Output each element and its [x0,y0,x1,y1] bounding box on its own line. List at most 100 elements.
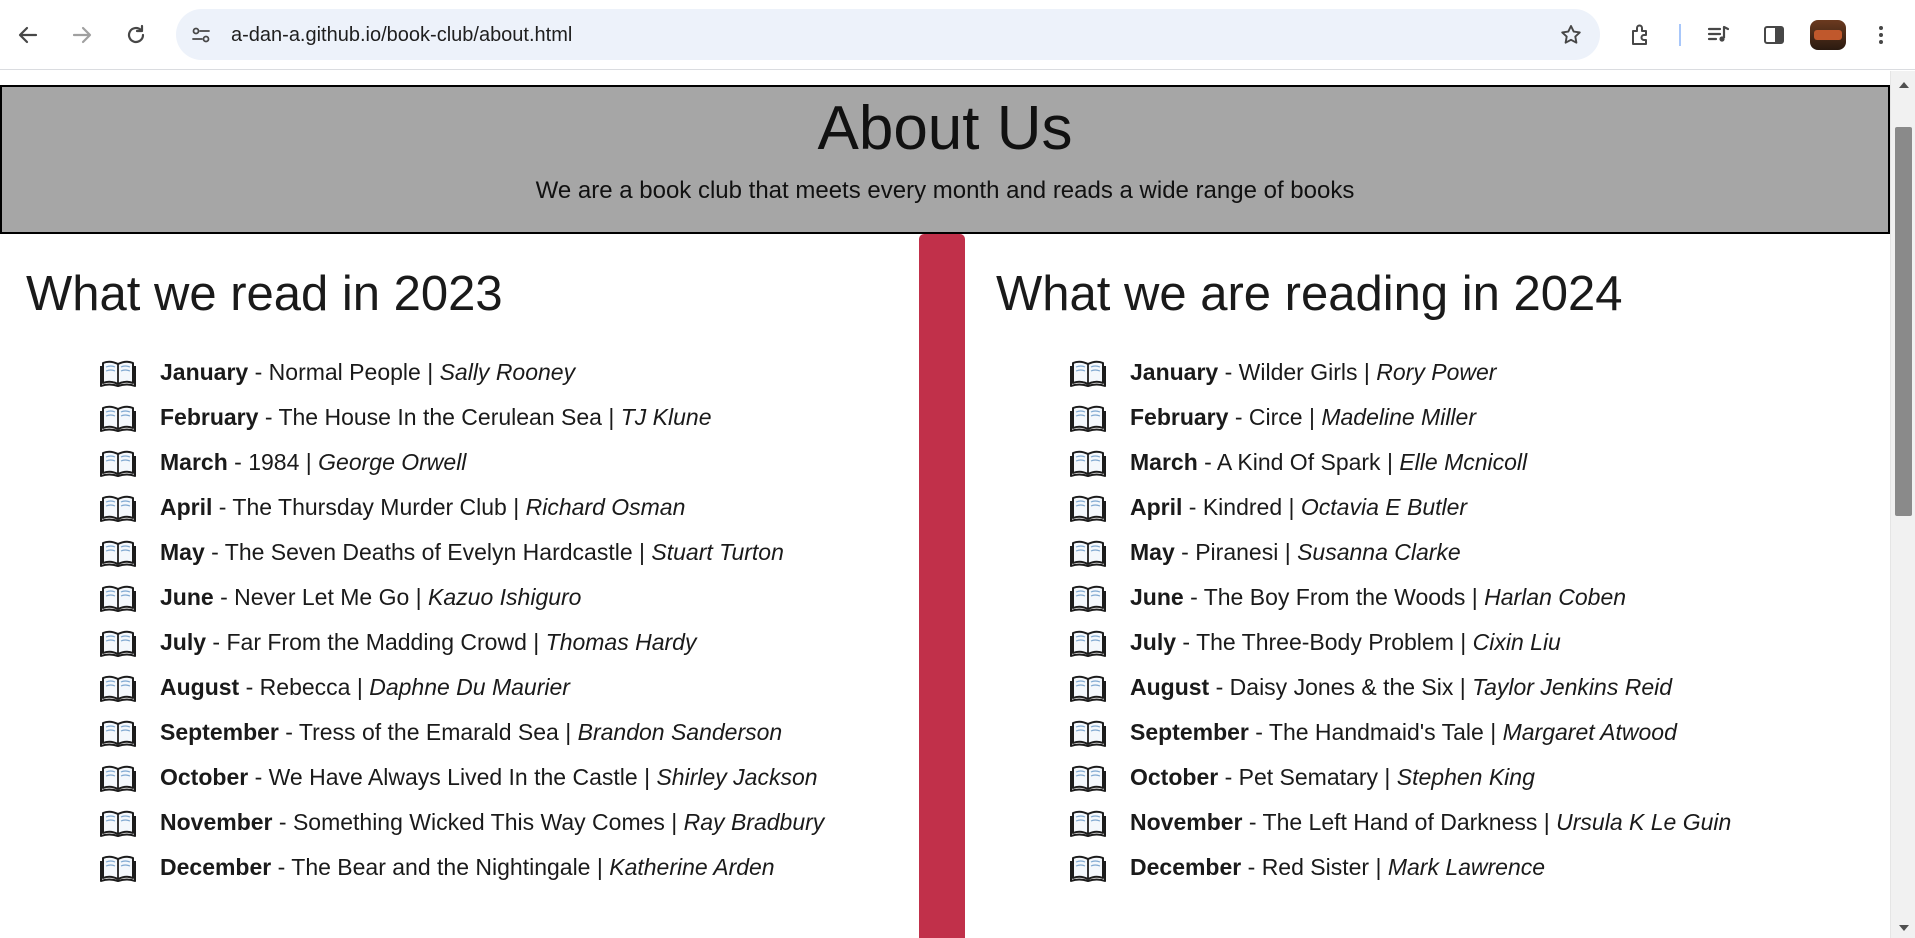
extensions-icon[interactable] [1623,17,1659,53]
book-month: January [160,359,249,385]
open-book-icon [1070,763,1106,793]
separator-dash: - [227,449,249,475]
address-bar[interactable]: a-dan-a.github.io/book-club/about.html [176,9,1600,60]
book-author: Octavia E Butler [1300,494,1468,520]
book-entry: September - The Handmaid's Tale | Margar… [1130,719,1677,746]
browser-toolbar: a-dan-a.github.io/book-club/about.html [0,0,1915,70]
page-title: About Us [817,94,1073,163]
book-month: February [1130,404,1229,430]
open-book-icon [100,493,136,523]
book-entry: October - We Have Always Lived In the Ca… [160,764,818,791]
reload-icon[interactable] [118,17,154,53]
separator-pipe: | [1278,539,1298,565]
book-author: Elle Mcnicoll [1399,449,1528,475]
book-month: November [1130,809,1243,835]
scroll-down-arrow-icon[interactable] [1891,918,1915,938]
book-author: Taylor Jenkins Reid [1472,674,1673,700]
separator-dash: - [212,494,233,520]
book-month: February [160,404,259,430]
book-entry: January - Wilder Girls | Rory Power [1130,359,1496,386]
book-entry: March - 1984 | George Orwell [160,449,466,476]
book-author: Katherine Arden [609,854,775,880]
page-subtitle: We are a book club that meets every mont… [535,177,1355,204]
separator-pipe: | [1453,629,1473,655]
book-month: October [1130,764,1219,790]
book-month: March [1130,449,1198,475]
open-book-icon [100,358,136,388]
book-entry: December - Red Sister | Mark Lawrence [1130,854,1545,881]
separator-pipe: | [601,404,621,430]
vertical-scrollbar[interactable] [1890,71,1915,938]
book-entry: March - A Kind Of Spark | Elle Mcnicoll [1130,449,1527,476]
separator-pipe: | [632,539,652,565]
open-book-icon [100,763,136,793]
book-title: The Left Hand of Darkness [1262,809,1538,835]
reading-list-2024: What we are reading in 2024 January - Wi… [996,266,1876,882]
section-heading-2023: What we read in 2023 [26,267,503,321]
media-controls-icon[interactable] [1701,17,1737,53]
book-title: Rebecca [259,674,351,700]
book-entry: December - The Bear and the Nightingale … [160,854,775,881]
book-author: Shirley Jackson [656,764,818,790]
profile-avatar[interactable] [1810,20,1846,50]
separator-dash: - [1176,629,1197,655]
book-title: Circe [1248,404,1303,430]
reading-list-2023: What we read in 2023 January - Normal Pe… [26,266,906,882]
site-info-icon[interactable] [184,18,218,52]
book-author: Ray Bradbury [683,809,825,835]
open-book-icon [1070,448,1106,478]
open-book-icon [100,538,136,568]
more-menu-icon[interactable] [1863,17,1899,53]
scrollbar-thumb[interactable] [1895,127,1912,516]
book-title: Pet Sematary [1238,764,1378,790]
book-month: September [160,719,279,745]
open-book-icon [1070,628,1106,658]
book-month: July [1130,629,1177,655]
separator-pipe: | [637,764,657,790]
separator-dash: - [1209,674,1230,700]
book-month: August [160,674,240,700]
side-panel-icon[interactable] [1756,17,1792,53]
book-entry: July - Far From the Madding Crowd | Thom… [160,629,696,656]
scroll-up-arrow-icon[interactable] [1891,75,1915,95]
book-title: The Boy From the Woods [1203,584,1466,610]
book-entry: August - Rebecca | Daphne Du Maurier [160,674,570,701]
separator-dash: - [1248,719,1269,745]
book-entry: October - Pet Sematary | Stephen King [1130,764,1535,791]
separator-dash: - [248,764,269,790]
book-title: The House In the Cerulean Sea [278,404,602,430]
open-book-icon [100,628,136,658]
book-entry: June - The Boy From the Woods | Harlan C… [1130,584,1626,611]
separator-pipe: | [1377,764,1397,790]
book-author: George Orwell [318,449,467,475]
separator-dash: - [1183,584,1204,610]
book-month: June [1130,584,1184,610]
book-title: We Have Always Lived In the Castle [268,764,638,790]
book-month: January [1130,359,1219,385]
book-month: July [160,629,207,655]
book-title: Something Wicked This Way Comes [292,809,665,835]
book-month: October [160,764,249,790]
url-text[interactable]: a-dan-a.github.io/book-club/about.html [231,24,572,47]
separator-pipe: | [420,359,440,385]
book-author: Ursula K Le Guin [1556,809,1732,835]
back-arrow-icon[interactable] [10,17,46,53]
open-book-icon [1070,673,1106,703]
book-title: Kindred [1202,494,1283,520]
open-book-icon [100,853,136,883]
separator-pipe: | [1282,494,1301,520]
separator-pipe: | [506,494,526,520]
book-title: Red Sister [1261,854,1370,880]
toolbar-separator [1679,24,1681,46]
bookmark-star-icon[interactable] [1554,18,1588,52]
separator-pipe: | [1369,854,1388,880]
separator-dash: - [271,854,292,880]
separator-dash: - [213,584,235,610]
book-month: April [160,494,213,520]
separator-dash: - [272,809,293,835]
book-entry: July - The Three-Body Problem | Cixin Li… [1130,629,1561,656]
separator-dash: - [248,359,269,385]
separator-pipe: | [1357,359,1377,385]
forward-arrow-icon[interactable] [64,17,100,53]
open-book-icon [100,718,136,748]
